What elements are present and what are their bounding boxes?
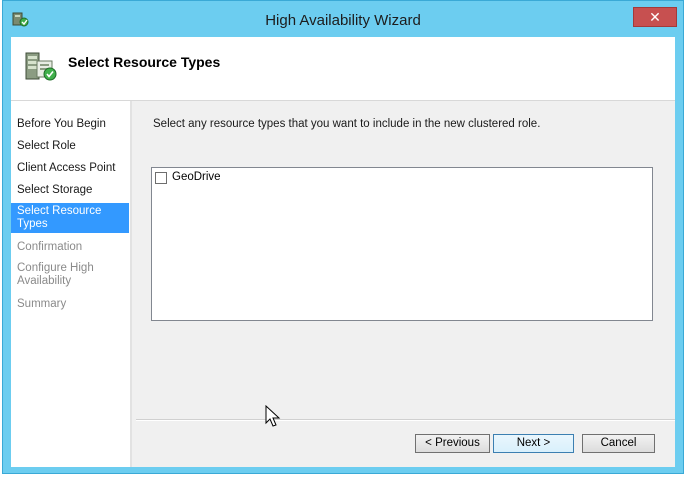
- step-before-you-begin: Before You Begin: [17, 118, 106, 130]
- wizard-steps-sidebar: Before You Begin Select Role Client Acce…: [11, 101, 132, 467]
- step-summary: Summary: [17, 298, 67, 310]
- resource-types-list[interactable]: GeoDrive: [151, 167, 653, 321]
- step-configure-high-availability: Configure High Availability: [17, 262, 94, 287]
- previous-button[interactable]: < Previous: [415, 434, 490, 453]
- page-title: Select Resource Types: [68, 54, 221, 70]
- geodrive-checkbox[interactable]: [155, 172, 167, 184]
- close-icon: ✕: [649, 9, 661, 25]
- cancel-button[interactable]: Cancel: [582, 434, 655, 453]
- step-select-role: Select Role: [17, 140, 76, 152]
- cluster-role-icon: [25, 52, 57, 81]
- step-select-storage: Select Storage: [17, 184, 93, 196]
- close-button[interactable]: ✕: [633, 7, 677, 27]
- button-separator: [136, 419, 675, 421]
- resource-type-label: GeoDrive: [172, 171, 221, 183]
- instruction-text: Select any resource types that you want …: [153, 118, 541, 130]
- mouse-pointer-icon: [265, 405, 281, 427]
- step-select-resource-types: Select Resource Types: [11, 203, 129, 233]
- step-client-access-point: Client Access Point: [17, 162, 116, 174]
- wizard-content: Select any resource types that you want …: [134, 101, 675, 467]
- wizard-window: High Availability Wizard ✕ Select Resour…: [2, 0, 684, 474]
- wizard-client-area: Select Resource Types Before You Begin S…: [11, 37, 675, 467]
- wizard-header: Select Resource Types: [11, 37, 675, 101]
- step-confirmation: Confirmation: [17, 241, 83, 253]
- window-title: High Availability Wizard: [265, 12, 421, 29]
- next-button[interactable]: Next >: [493, 434, 574, 453]
- title-bar[interactable]: High Availability Wizard ✕: [3, 1, 683, 37]
